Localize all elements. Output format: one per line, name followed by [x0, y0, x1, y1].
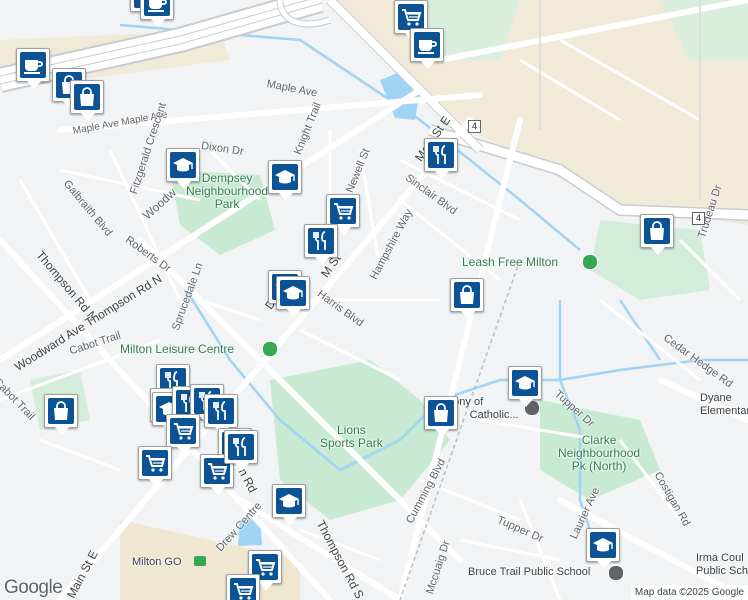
shopping-cart-icon — [234, 583, 254, 600]
park-label: Lions Sports Park — [320, 423, 383, 450]
school-label: Irma Coul Public Sch — [696, 552, 748, 577]
map-marker-shopping-bag[interactable] — [44, 394, 78, 435]
school-cap-icon — [593, 538, 613, 552]
shopping-cart-icon — [146, 455, 166, 472]
restaurant-icon — [233, 437, 246, 456]
map-view[interactable]: Maple Ave Maple Ave Maple Ave Dixon Dr K… — [0, 0, 748, 600]
map-marker-school[interactable] — [272, 484, 306, 525]
leisure-pin-icon — [262, 341, 278, 357]
park-label: Leash Free Milton — [462, 255, 559, 269]
school-cap-icon — [283, 286, 303, 300]
transit-icon — [194, 556, 206, 566]
school-cap-icon — [279, 494, 299, 508]
school-cap-icon — [173, 158, 193, 172]
map-marker-school[interactable] — [166, 148, 200, 189]
facility-label: Milton Leisure Centre — [120, 342, 235, 356]
map-marker-shopping-bag[interactable] — [640, 214, 674, 255]
shopping-bag-icon — [650, 221, 664, 240]
map-marker-coffee[interactable] — [16, 48, 50, 89]
map-marker-school[interactable] — [586, 528, 620, 569]
shopping-cart-icon — [174, 423, 194, 440]
park-pin-icon — [582, 254, 598, 270]
park-label: Clarke Neighbourhood Pk (North) — [558, 433, 641, 473]
route-shield: 4 — [692, 212, 706, 225]
map-marker-shopping-bag[interactable] — [450, 278, 484, 319]
school-cap-icon — [515, 376, 535, 390]
restaurant-icon — [433, 145, 446, 164]
map-marker-school[interactable] — [276, 276, 310, 317]
map-marker-restaurant[interactable] — [224, 430, 258, 471]
map-marker-restaurant[interactable] — [304, 224, 338, 265]
coffee-cup-icon — [148, 0, 167, 12]
school-label: Bruce Trail Public School — [468, 566, 591, 578]
google-logo: Google — [4, 577, 63, 598]
map-marker-restaurant[interactable] — [424, 138, 458, 179]
school-cap-icon — [275, 170, 295, 184]
map-marker-school[interactable] — [508, 366, 542, 407]
shopping-cart-icon — [334, 203, 354, 220]
station-label: Milton GO — [132, 556, 182, 568]
map-marker-shopping-bag[interactable] — [70, 80, 104, 121]
shopping-bag-icon — [80, 87, 94, 106]
map-marker-coffee[interactable] — [140, 0, 174, 27]
restaurant-icon — [313, 231, 326, 250]
map-marker-coffee[interactable] — [410, 28, 444, 69]
coffee-cup-icon — [24, 60, 43, 74]
shopping-bag-icon — [434, 403, 448, 422]
school-label: Dyane Elementary — [700, 392, 748, 417]
shopping-bag-icon — [54, 401, 68, 420]
route-shield: 4 — [468, 120, 482, 133]
shopping-cart-icon — [402, 9, 422, 26]
map-attribution: Map data ©2025 Google — [630, 585, 748, 600]
map-marker-shopping-bag[interactable] — [424, 396, 458, 437]
map-marker-shopping-cart[interactable] — [226, 574, 260, 600]
restaurant-icon — [213, 401, 226, 420]
coffee-cup-icon — [418, 40, 437, 54]
map-marker-school[interactable] — [268, 160, 302, 201]
shopping-bag-icon — [460, 285, 474, 304]
map-marker-shopping-cart[interactable] — [138, 446, 172, 487]
